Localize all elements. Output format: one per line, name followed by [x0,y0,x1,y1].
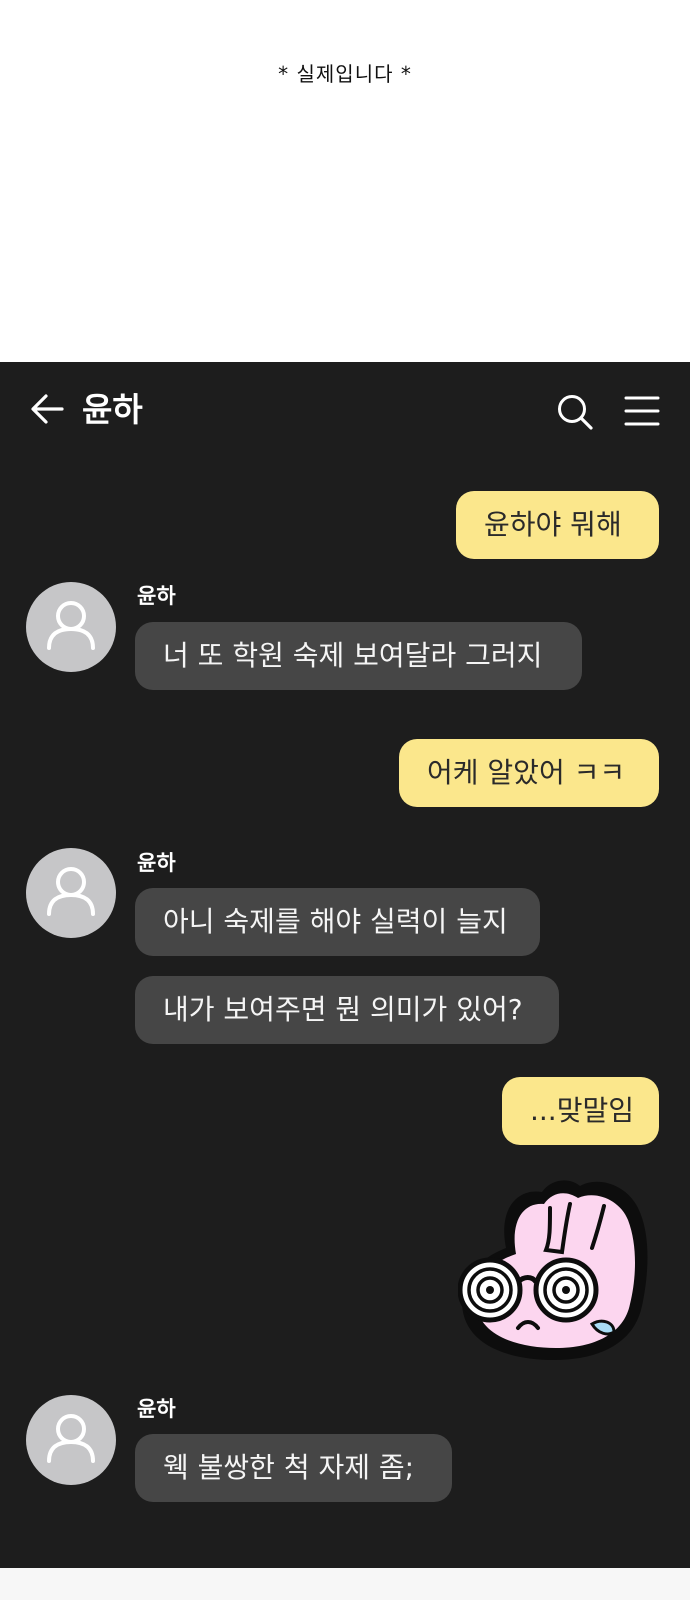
hamburger-menu-icon [624,396,660,426]
message-bubble-mine[interactable]: 윤하야 뭐해 [456,491,659,559]
message-bubble-mine[interactable]: ...맞말임 [502,1077,659,1145]
person-icon [47,867,95,916]
arrow-left-icon [31,394,64,424]
chat-screen: 윤하 윤하야 뭐해 윤하 너 또 학원 숙제 보여달라 그러지 어케 알았어 ㅋ… [0,362,690,1568]
bottom-strip [0,1568,690,1600]
message-bubble-other[interactable]: 아니 숙제를 해야 실력이 늘지 [135,888,540,956]
message-bubble-other[interactable]: 내가 보여주면 뭔 의미가 있어? [135,976,559,1044]
avatar[interactable] [26,1395,116,1485]
avatar[interactable] [26,848,116,938]
menu-button[interactable] [624,395,660,427]
person-icon [47,601,95,650]
back-button[interactable] [28,391,68,427]
search-button[interactable] [556,393,594,431]
sender-name: 윤하 [137,1397,176,1421]
chat-title: 윤하 [82,390,143,429]
caption-text: * 실제입니다 * [278,62,412,86]
message-bubble-other[interactable]: 웩 불쌍한 척 자제 좀; [135,1434,452,1502]
message-bubble-mine[interactable]: 어케 알았어 ㅋㅋ [399,739,659,807]
sender-name: 윤하 [137,851,176,875]
search-icon [558,395,593,430]
message-bubble-other[interactable]: 너 또 학원 숙제 보여달라 그러지 [135,622,582,690]
sender-name: 윤하 [137,584,176,608]
avatar[interactable] [26,582,116,672]
sticker[interactable] [457,1178,652,1360]
dizzy-bunny-sticker-icon [457,1180,648,1360]
person-icon [47,1414,95,1463]
